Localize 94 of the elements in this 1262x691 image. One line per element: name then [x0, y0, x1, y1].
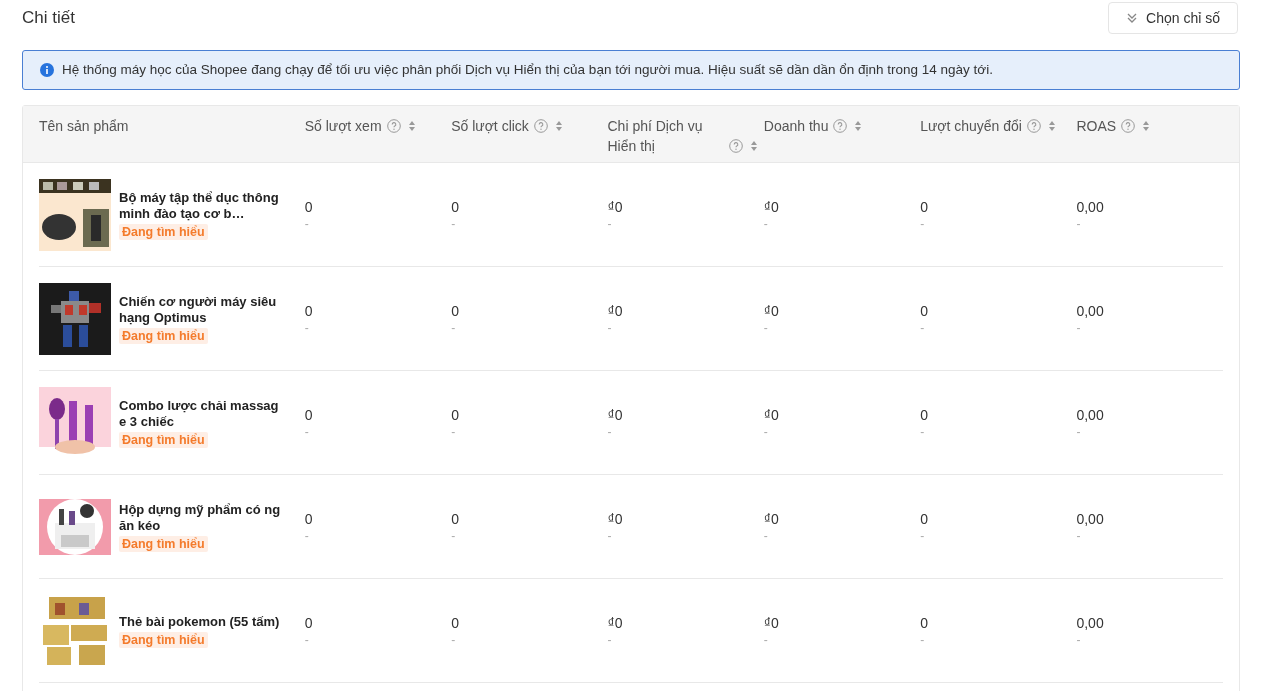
chevron-down-icon — [1126, 12, 1139, 24]
metric-change: - — [451, 631, 456, 648]
metric-value: ₫0 — [763, 197, 779, 216]
metric-value: 0 — [304, 509, 313, 528]
metric-change: - — [920, 631, 925, 648]
metric-value: 0 — [304, 405, 313, 424]
metric-change: - — [763, 527, 768, 544]
metric-value: ₫0 — [607, 509, 623, 528]
product-name[interactable]: Thẻ bài pokemon (55 tấm) — [119, 613, 281, 630]
metric-value: 0 — [920, 509, 928, 528]
product-name[interactable]: Bộ máy tập thể dục thông minh đào tạo cơ b… — [119, 189, 281, 222]
metric-value: 0 — [920, 197, 928, 216]
metric-value: 0 — [451, 509, 460, 528]
sort-icon[interactable] — [854, 120, 863, 132]
metric-change: - — [451, 215, 456, 232]
metric-change: - — [451, 527, 456, 544]
metric-value: 0 — [451, 301, 460, 320]
metric-value: ₫0 — [607, 613, 623, 632]
metric-change: - — [920, 215, 925, 232]
column-header: Doanh thu — [763, 117, 829, 136]
metric-change: - — [1076, 631, 1081, 648]
metric-value: ₫0 — [763, 405, 779, 424]
status-tag: Đang tìm hiểu — [119, 631, 208, 648]
metric-change: - — [304, 215, 309, 232]
metric-value: 0,00 — [1076, 613, 1104, 632]
sort-icon[interactable] — [554, 120, 563, 132]
metric-change: - — [607, 631, 612, 648]
metric-change: - — [763, 215, 768, 232]
status-tag: Đang tìm hiểu — [119, 535, 208, 552]
column-header: Lượt chuyển đổi — [920, 117, 1022, 136]
product-name[interactable]: Combo lược chải massage 3 chiếc — [119, 397, 281, 430]
metric-value: ₫0 — [763, 613, 779, 632]
metric-value: 0,00 — [1076, 301, 1104, 320]
metric-change: - — [920, 423, 925, 440]
metric-value: ₫0 — [763, 509, 779, 528]
metric-change: - — [304, 631, 309, 648]
metric-value: ₫0 — [607, 301, 623, 320]
metric-value: 0 — [920, 301, 928, 320]
metric-change: - — [1076, 319, 1081, 336]
metric-change: - — [607, 423, 612, 440]
metric-change: - — [763, 423, 768, 440]
section-title: Chi tiết — [22, 7, 75, 30]
metric-value: 0,00 — [1076, 509, 1104, 528]
status-tag: Đang tìm hiểu — [119, 327, 208, 344]
metric-change: - — [607, 319, 612, 336]
metric-value: 0 — [920, 405, 928, 424]
metric-value: 0 — [451, 613, 460, 632]
metric-change: - — [920, 319, 925, 336]
column-header: Số lượt click — [451, 117, 529, 136]
help-icon[interactable] — [833, 119, 848, 133]
sort-icon[interactable] — [1142, 120, 1151, 132]
metric-value: 0 — [304, 301, 313, 320]
column-header: ROAS — [1076, 117, 1117, 136]
metric-change: - — [607, 527, 612, 544]
metric-change: - — [763, 319, 768, 336]
metric-value: ₫0 — [607, 405, 623, 424]
metric-value: 0 — [451, 197, 460, 216]
metric-change: - — [607, 215, 612, 232]
product-name[interactable]: Hộp dựng mỹ phẩm có ngăn kéo — [119, 501, 281, 534]
metric-value: 0 — [451, 405, 460, 424]
metric-change: - — [304, 423, 309, 440]
column-header: Số lượt xem — [304, 117, 382, 136]
sort-icon[interactable] — [749, 140, 758, 152]
metric-change: - — [763, 631, 768, 648]
metric-value: 0 — [920, 613, 928, 632]
metric-value: 0,00 — [1076, 405, 1104, 424]
product-name[interactable]: Chiến cơ người máy siêu hạng Optimus — [119, 293, 281, 326]
help-icon[interactable] — [386, 119, 401, 133]
sort-icon[interactable] — [1047, 120, 1056, 132]
metric-value: 0 — [304, 197, 313, 216]
metric-change: - — [1076, 423, 1081, 440]
metric-value: ₫0 — [763, 301, 779, 320]
metric-change: - — [1076, 215, 1081, 232]
help-icon[interactable] — [533, 119, 548, 133]
select-metrics-button[interactable]: Chọn chỉ số — [1108, 2, 1238, 34]
metric-change: - — [304, 527, 309, 544]
column-header: Tên sản phẩm — [39, 117, 129, 136]
metric-change: - — [1076, 527, 1081, 544]
metric-value: ₫0 — [607, 197, 623, 216]
sort-icon[interactable] — [407, 120, 416, 132]
metric-change: - — [920, 527, 925, 544]
status-tag: Đang tìm hiểu — [119, 223, 208, 240]
help-icon[interactable] — [1121, 119, 1136, 133]
status-tag: Đang tìm hiểu — [119, 431, 208, 448]
metric-change: - — [451, 319, 456, 336]
info-message: Hệ thống máy học của Shopee đang chạy để tối ưu việc phân phối Dịch vụ Hiển thị của bạn tới người mua. Hiệu suất sẽ dần dần ổn định trong 14 ngày tới. — [62, 60, 993, 79]
help-icon[interactable] — [1026, 119, 1041, 133]
metric-value: 0,00 — [1076, 197, 1104, 216]
metric-change: - — [304, 319, 309, 336]
metric-change: - — [451, 423, 456, 440]
info-icon — [40, 63, 54, 77]
metric-value: 0 — [304, 613, 313, 632]
help-icon[interactable] — [728, 139, 743, 153]
column-header: Chi phí Dịch vụ Hiển thị — [607, 117, 704, 156]
